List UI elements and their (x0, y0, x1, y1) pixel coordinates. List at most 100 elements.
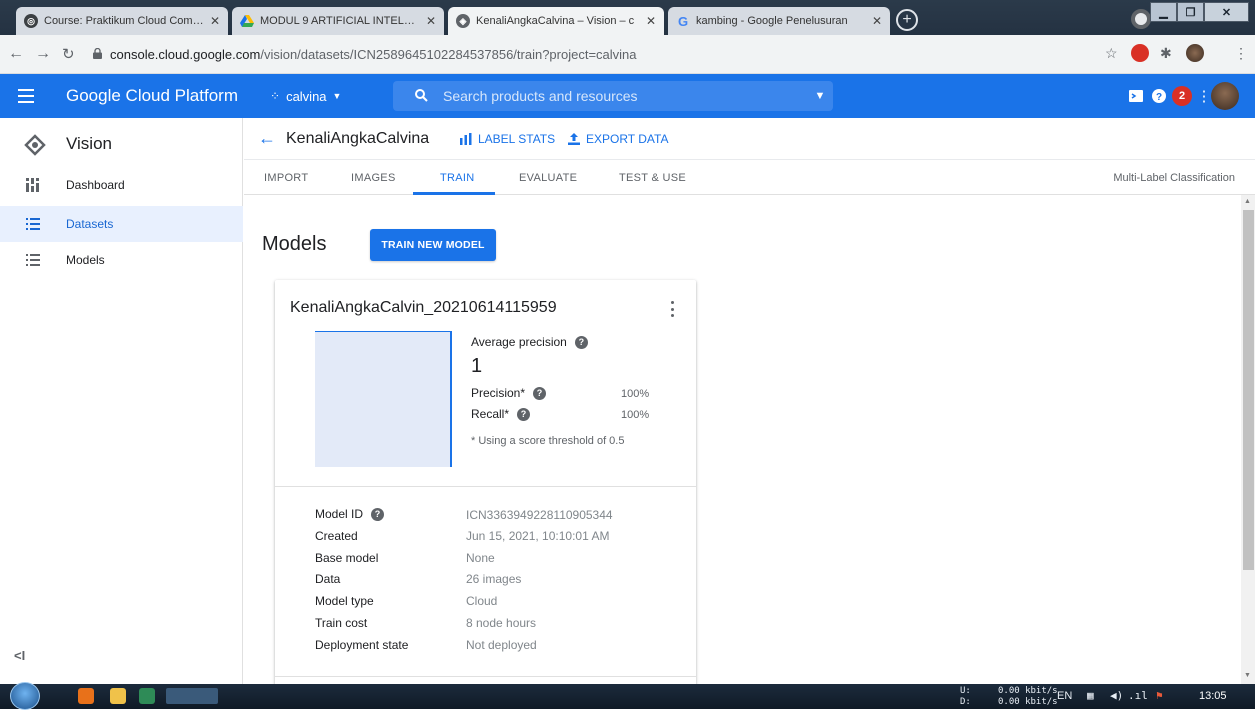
chrome-taskbar-button[interactable] (166, 688, 218, 704)
scroll-up-icon[interactable]: ▲ (1244, 198, 1251, 205)
detail-label-text: Model ID (315, 507, 364, 521)
sidebar-item-models[interactable]: Models (0, 242, 243, 278)
detail-value-base-model: None (466, 551, 495, 565)
scrollbar-thumb[interactable] (1243, 210, 1254, 570)
minimize-icon[interactable]: ▁ (1150, 2, 1177, 22)
train-new-model-button[interactable]: TRAIN NEW MODEL (370, 229, 496, 261)
precision-text: Precision* (471, 386, 526, 400)
search-expand-chevron-icon[interactable]: ▼ (810, 86, 830, 106)
detail-label-base-model: Base model (315, 551, 379, 565)
start-button[interactable] (10, 682, 40, 710)
tab-import[interactable]: IMPORT (264, 172, 308, 184)
browser-tab-google-search[interactable]: G kambing - Google Penelusuran ✕ (668, 7, 890, 35)
card-divider (275, 486, 696, 487)
precision-label: Precision* ? (471, 386, 547, 400)
sidebar-item-label: Models (66, 253, 105, 267)
scroll-down-icon[interactable]: ▼ (1244, 672, 1251, 679)
network-icon[interactable]: ▦ (1087, 689, 1094, 702)
tab-images[interactable]: IMAGES (351, 172, 396, 184)
help-icon[interactable]: ? (574, 335, 588, 349)
close-tab-icon[interactable]: ✕ (210, 14, 220, 28)
extension-icon[interactable] (1131, 44, 1149, 62)
tab-train[interactable]: TRAIN (440, 172, 475, 184)
flag-icon[interactable]: ⚑ (1156, 689, 1163, 702)
detail-value-created: Jun 15, 2021, 10:10:01 AM (466, 529, 610, 543)
file-explorer-icon[interactable] (110, 688, 126, 704)
help-icon[interactable]: ? (371, 507, 385, 521)
close-tab-icon[interactable]: ✕ (646, 14, 656, 28)
browser-tab-vision[interactable]: ◈ KenaliAngkaCalvina – Vision – c ✕ (448, 7, 664, 35)
active-tab-indicator (413, 192, 495, 195)
threshold-note: * Using a score threshold of 0.5 (471, 435, 625, 447)
url-field[interactable]: console.cloud.google.com/vision/datasets… (110, 47, 637, 62)
gcp-brand[interactable]: Google Cloud Platform (66, 86, 238, 106)
detail-value-deployment-state: Not deployed (466, 638, 537, 652)
detail-value-train-cost: 8 node hours (466, 616, 537, 630)
help-icon[interactable]: ? (533, 386, 547, 400)
taskbar-clock[interactable]: 13:05 (1199, 690, 1227, 702)
forward-icon[interactable]: → (35, 45, 51, 63)
browser-tab-course[interactable]: ◎ Course: Praktikum Cloud Compu ✕ (16, 7, 228, 35)
language-indicator[interactable]: EN (1057, 690, 1072, 702)
window-controls: ▁ ❐ ✕ (1150, 2, 1249, 22)
sidebar-item-datasets[interactable]: Datasets (0, 206, 243, 242)
project-name: calvina (286, 88, 327, 104)
profile-avatar-icon[interactable] (1186, 44, 1204, 62)
gcp-header: Google Cloud Platform ⁘ calvina ▼ Search… (0, 74, 1255, 118)
detail-label-created: Created (315, 529, 358, 543)
project-selector[interactable]: ⁘ calvina ▼ (262, 83, 349, 109)
help-icon[interactable]: ? (517, 407, 531, 421)
average-precision-label: Average precision ? (471, 335, 588, 349)
vision-icon: ◈ (456, 14, 470, 28)
reload-icon[interactable]: ↻ (62, 45, 75, 63)
net-down-speed: 0.00 kbit/s (998, 697, 1058, 707)
new-tab-button[interactable]: + (896, 9, 918, 31)
lock-icon (93, 48, 102, 59)
globe-icon: ◎ (24, 14, 38, 28)
browser-menu-icon[interactable]: ⋮ (1234, 45, 1248, 62)
search-input[interactable]: Search products and resources (393, 81, 833, 111)
maximize-icon[interactable]: ❐ (1177, 2, 1204, 22)
export-data-button[interactable]: EXPORT DATA (568, 132, 668, 146)
net-up-label: U: (960, 686, 971, 696)
hamburger-menu-icon[interactable] (18, 89, 34, 103)
cloud-shell-icon[interactable] (1126, 86, 1146, 106)
close-tab-icon[interactable]: ✕ (426, 14, 436, 28)
more-options-icon[interactable] (668, 301, 676, 317)
collapse-nav-button[interactable]: <I (14, 648, 25, 663)
app-icon[interactable] (139, 688, 155, 704)
models-heading: Models (262, 233, 327, 255)
browser-tab-modul[interactable]: MODUL 9 ARTIFICIAL INTELLIGEN ✕ (232, 7, 444, 35)
back-arrow-icon[interactable]: ← (258, 128, 276, 149)
close-window-icon[interactable]: ✕ (1204, 2, 1249, 22)
net-up-speed: 0.00 kbit/s (998, 686, 1058, 696)
sidebar-item-dashboard[interactable]: Dashboard (0, 167, 243, 203)
media-player-icon[interactable] (78, 688, 94, 704)
label-stats-button[interactable]: LABEL STATS (460, 132, 555, 146)
notification-badge[interactable]: 2 (1172, 86, 1192, 106)
tab-evaluate[interactable]: EVALUATE (519, 172, 577, 184)
browser-tab-strip: ◎ Course: Praktikum Cloud Compu ✕ MODUL … (0, 0, 1255, 35)
bookmark-star-icon[interactable]: ☆ (1105, 45, 1118, 62)
export-data-label: EXPORT DATA (586, 132, 669, 146)
back-icon[interactable]: ← (8, 45, 24, 63)
project-dots-icon: ⁘ (270, 89, 281, 103)
help-icon[interactable]: ? (1149, 86, 1169, 106)
sidebar-item-label: Datasets (66, 217, 114, 231)
close-tab-icon[interactable]: ✕ (872, 14, 882, 28)
chevron-down-icon: ▼ (332, 91, 342, 101)
puzzle-icon[interactable]: ✱ (1160, 45, 1172, 62)
recall-value: 100% (621, 409, 650, 421)
avatar[interactable] (1211, 82, 1239, 110)
browser-profile-icon[interactable] (1131, 9, 1151, 29)
dataset-title-row: ← KenaliAngkaCalvina LABEL STATS EXPORT … (244, 118, 1255, 160)
recall-text: Recall* (471, 407, 510, 421)
detail-label-model-type: Model type (315, 594, 374, 608)
card-divider (275, 676, 696, 677)
tab-test-and-use[interactable]: TEST & USE (619, 172, 686, 184)
signal-icon[interactable]: .ıl (1128, 689, 1148, 702)
list-icon (26, 254, 40, 266)
net-down-label: D: (960, 697, 971, 707)
volume-icon[interactable]: ◀) (1110, 689, 1123, 702)
recall-label: Recall* ? (471, 407, 531, 421)
